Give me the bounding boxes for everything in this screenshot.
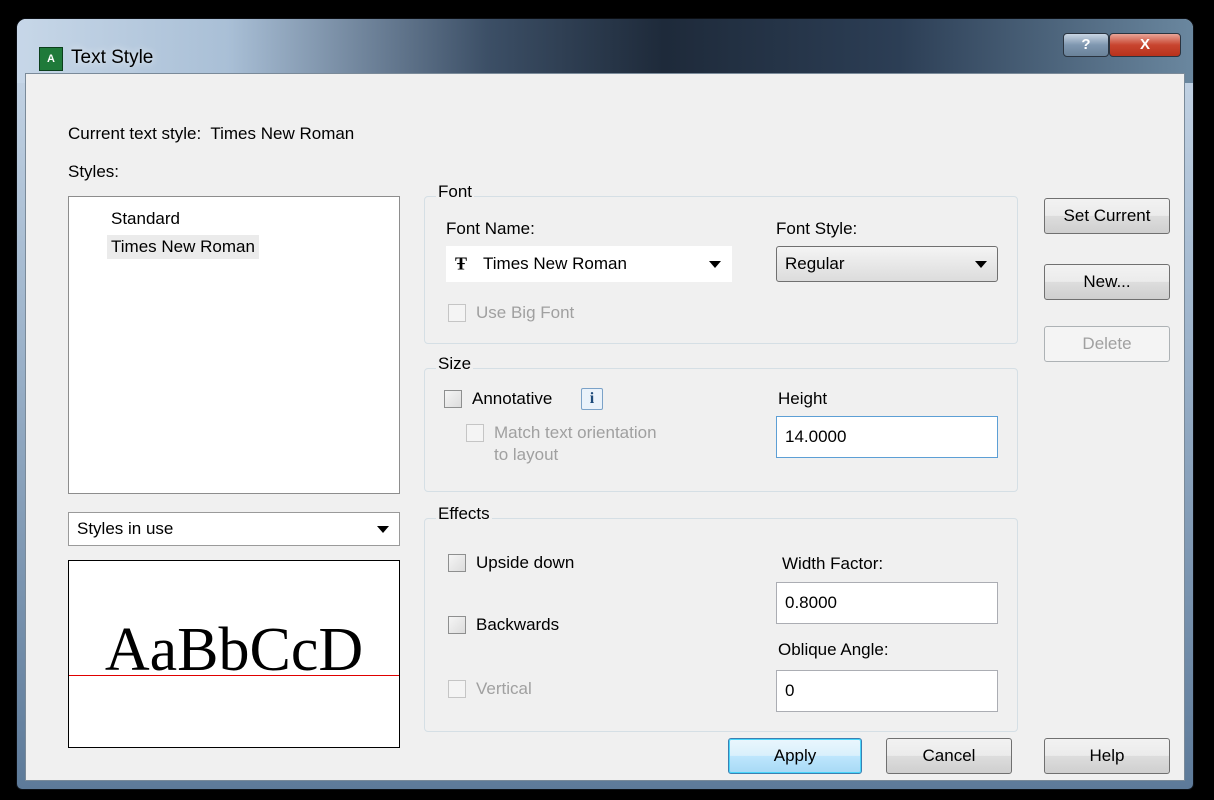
oblique-angle-input[interactable]: 0	[776, 670, 998, 712]
help-title-button[interactable]: ?	[1063, 33, 1109, 57]
height-label: Height	[778, 389, 828, 408]
backwards-label: Backwards	[476, 615, 560, 634]
width-factor-input[interactable]: 0.8000	[776, 582, 998, 624]
backwards-checkbox[interactable]	[448, 616, 466, 634]
match-orientation-label-line1: Match text orientation	[494, 423, 657, 442]
chevron-down-icon	[377, 526, 389, 533]
set-current-button[interactable]: Set Current	[1044, 198, 1170, 234]
help-button[interactable]: Help	[1044, 738, 1170, 774]
font-style-label: Font Style:	[776, 219, 858, 238]
vertical-checkbox[interactable]	[448, 680, 466, 698]
effects-group-title: Effects	[436, 504, 492, 524]
height-input[interactable]: 14.0000	[776, 416, 998, 458]
autocad-app-icon: A	[39, 47, 63, 71]
font-name-label: Font Name:	[446, 219, 535, 238]
style-item-times-new-roman[interactable]: Times New Roman	[107, 235, 259, 259]
match-orientation-checkbox[interactable]	[466, 424, 484, 442]
size-group-title: Size	[436, 354, 474, 374]
oblique-angle-value: 0	[785, 681, 795, 700]
annotative-checkbox[interactable]	[444, 390, 462, 408]
width-factor-label: Width Factor:	[782, 554, 884, 573]
dialog-body: Current text style: Times New Roman Styl…	[25, 73, 1185, 781]
upside-down-label: Upside down	[476, 553, 575, 572]
chevron-down-icon	[975, 261, 987, 268]
upside-down-checkbox[interactable]	[448, 554, 466, 572]
info-icon[interactable]: i	[581, 388, 603, 410]
styles-list[interactable]: Standard Times New Roman	[68, 196, 400, 494]
preview-baseline	[69, 675, 399, 676]
styles-filter-select[interactable]: Styles in use	[68, 512, 400, 546]
style-preview: AaBbCcD	[68, 560, 400, 748]
font-group-title: Font	[436, 182, 475, 202]
use-big-font-checkbox[interactable]	[448, 304, 466, 322]
style-item-standard[interactable]: Standard	[107, 207, 184, 231]
styles-label: Styles:	[68, 162, 120, 181]
height-value: 14.0000	[785, 427, 847, 446]
vertical-label: Vertical	[476, 679, 532, 698]
font-name-value: Times New Roman	[483, 254, 627, 273]
close-button[interactable]: X	[1109, 33, 1181, 57]
font-style-select[interactable]: Regular	[776, 246, 998, 282]
chevron-down-icon	[709, 261, 721, 268]
use-big-font-label: Use Big Font	[476, 303, 575, 322]
width-factor-value: 0.8000	[785, 593, 837, 612]
truetype-icon: Ŧ	[455, 253, 468, 274]
annotative-label: Annotative	[472, 389, 553, 408]
font-style-value: Regular	[785, 254, 845, 273]
new-style-button[interactable]: New...	[1044, 264, 1170, 300]
text-style-dialog: A Text Style ? X Current text style: Tim…	[16, 18, 1194, 790]
apply-button[interactable]: Apply	[728, 738, 862, 774]
window-title: Text Style	[71, 47, 154, 68]
styles-filter-value: Styles in use	[77, 519, 174, 538]
font-name-select[interactable]: Ŧ Times New Roman	[446, 246, 732, 282]
oblique-angle-label: Oblique Angle:	[778, 640, 889, 659]
current-style-value: Times New Roman	[210, 124, 355, 143]
delete-style-button[interactable]: Delete	[1044, 326, 1170, 362]
cancel-button[interactable]: Cancel	[886, 738, 1012, 774]
match-orientation-label-line2: to layout	[494, 445, 559, 464]
current-style-label: Current text style: Times New Roman	[68, 124, 355, 143]
